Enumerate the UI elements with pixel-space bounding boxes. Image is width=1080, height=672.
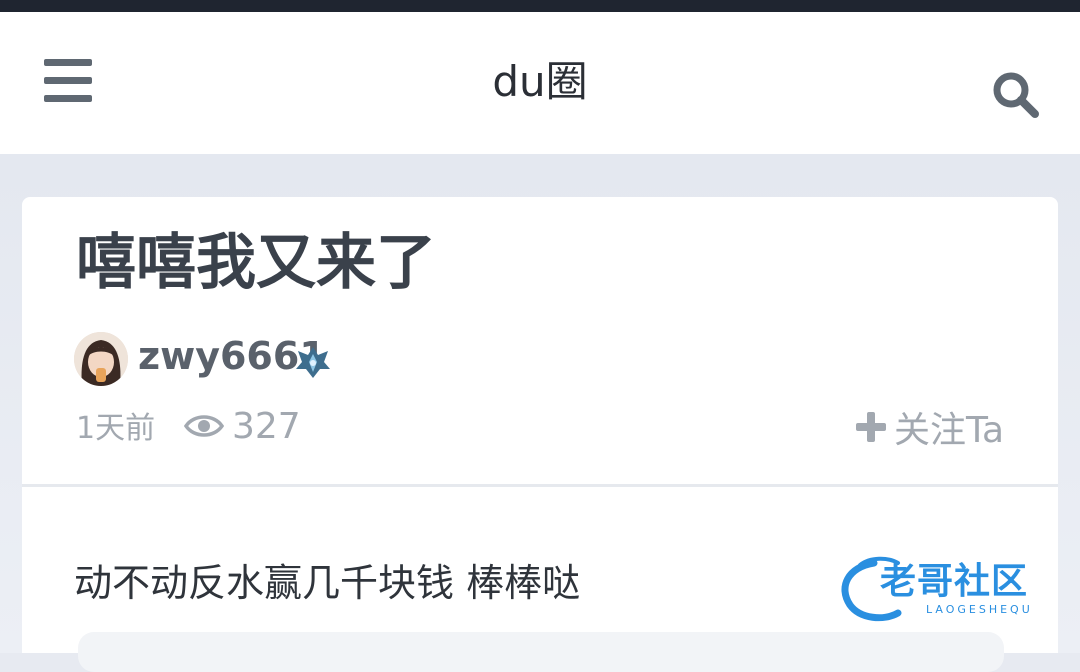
post-title: 嘻嘻我又来了: [76, 228, 436, 298]
post-body-text: 动不动反水赢几千块钱 棒棒哒: [74, 561, 581, 605]
follow-label: 关注Ta: [894, 410, 1005, 451]
search-icon[interactable]: [990, 69, 1042, 121]
view-count: 327: [232, 406, 301, 447]
post-header-card: 嘻嘻我又来了 zwy6661 1天前 327 关注Ta: [22, 197, 1058, 484]
rank-badge-icon: [296, 347, 330, 378]
status-bar: [0, 0, 1080, 12]
plus-icon: [856, 412, 886, 442]
app-header: du圈: [0, 12, 1080, 154]
eye-icon: [184, 415, 224, 437]
page-title: du圈: [492, 57, 588, 106]
post-time: 1天前: [76, 411, 156, 446]
avatar[interactable]: [74, 332, 128, 386]
follow-button[interactable]: 关注Ta: [856, 406, 1004, 451]
watermark-logo: 老哥社区 LAOGESHEQU: [836, 553, 1062, 625]
content-block: [78, 632, 1004, 672]
